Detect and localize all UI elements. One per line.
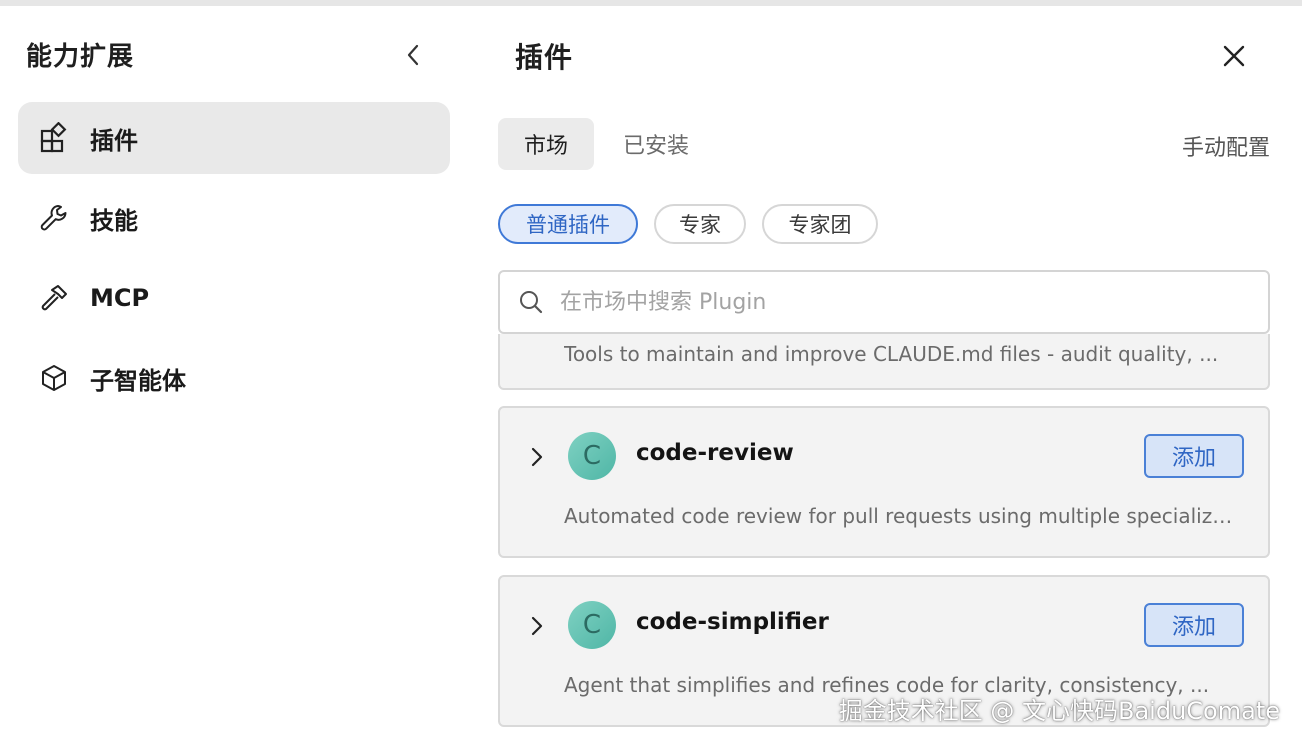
plugin-avatar: C	[568, 601, 616, 649]
add-plugin-button[interactable]: 添加	[1144, 603, 1244, 647]
close-icon	[1223, 45, 1245, 67]
watermark: 掘金技术社区 @ 文心快码BaiduComate	[838, 697, 1280, 725]
sidebar-item-label: 技能	[90, 206, 138, 235]
search-box	[498, 270, 1270, 334]
plugins-panel: 插件 市场 已安装 手动配置 普通插件 专家 专家团 Tools to main…	[468, 6, 1302, 744]
plugin-avatar: C	[568, 432, 616, 480]
plugin-card[interactable]: C code-review 添加 Automated code review f…	[498, 406, 1270, 558]
sidebar-item-label: 子智能体	[90, 366, 186, 395]
filter-chip-experts[interactable]: 专家	[654, 204, 746, 244]
chevron-right-icon	[531, 616, 543, 636]
collapse-sidebar-button[interactable]	[398, 40, 428, 70]
page-title: 插件	[515, 41, 574, 74]
cube-icon	[34, 358, 74, 398]
chevron-right-icon	[531, 447, 543, 467]
search-input[interactable]	[558, 288, 1242, 316]
plugin-description: Tools to maintain and improve CLAUDE.md …	[564, 342, 1219, 366]
sidebar-item-subagents[interactable]: 子智能体	[18, 342, 450, 414]
sidebar-item-mcp[interactable]: MCP	[18, 262, 450, 334]
tab-installed[interactable]: 已安装	[608, 118, 704, 170]
search-icon	[518, 289, 544, 315]
chevron-left-icon	[407, 44, 419, 66]
plugin-grid-icon	[34, 118, 74, 158]
wrench-icon	[34, 198, 74, 238]
add-plugin-button[interactable]: 添加	[1144, 434, 1244, 478]
sidebar-item-skills[interactable]: 技能	[18, 182, 450, 254]
plugin-name: code-simplifier	[636, 609, 829, 635]
expand-button[interactable]	[522, 611, 552, 641]
sidebar: 能力扩展 插件 技能 MCP 子智能体	[0, 6, 468, 744]
sidebar-title: 能力扩展	[26, 42, 135, 72]
expand-button[interactable]	[522, 442, 552, 472]
filter-chip-expert-teams[interactable]: 专家团	[762, 204, 878, 244]
hammer-icon	[34, 278, 74, 318]
plugin-card[interactable]: Tools to maintain and improve CLAUDE.md …	[498, 334, 1270, 390]
plugin-name: code-review	[636, 440, 794, 466]
sidebar-item-label: 插件	[90, 126, 138, 155]
filter-chip-general-plugins[interactable]: 普通插件	[498, 204, 638, 244]
plugin-description: Automated code review for pull requests …	[564, 504, 1244, 528]
close-button[interactable]	[1216, 38, 1252, 74]
tab-market[interactable]: 市场	[498, 118, 594, 170]
sidebar-item-plugins[interactable]: 插件	[18, 102, 450, 174]
sidebar-item-label: MCP	[90, 284, 150, 312]
plugin-list[interactable]: Tools to maintain and improve CLAUDE.md …	[498, 334, 1270, 744]
manual-config-link[interactable]: 手动配置	[1182, 130, 1270, 162]
